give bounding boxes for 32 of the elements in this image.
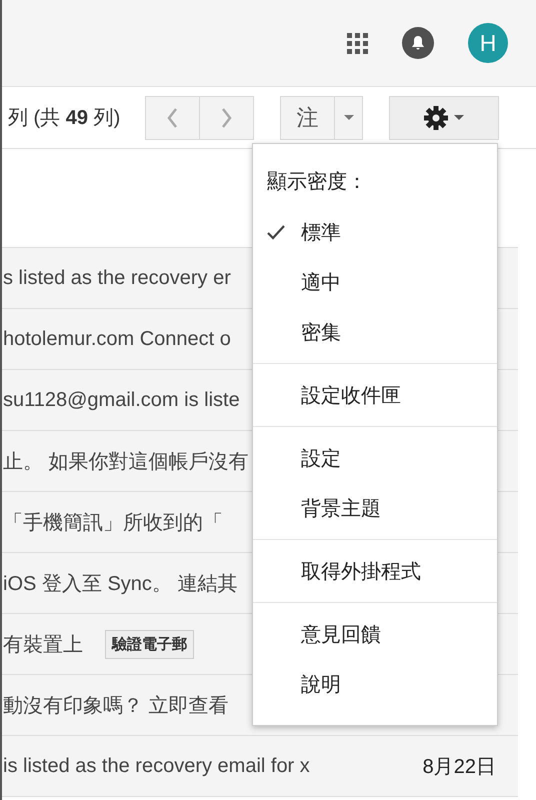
menu-item[interactable]: 設定 bbox=[301, 444, 341, 472]
apps-grid-icon[interactable] bbox=[347, 32, 368, 54]
email-snippet: is listed as the recovery email for x bbox=[3, 754, 310, 778]
caret-icon bbox=[454, 115, 464, 120]
email-snippet: 止。 如果你對這個帳戶沒有 bbox=[3, 450, 249, 474]
email-snippet: 「手機簡訊」所收到的「 bbox=[3, 510, 223, 536]
chevron-left-icon bbox=[166, 106, 179, 128]
menu-item[interactable]: 背景主題 bbox=[301, 494, 381, 522]
menu-item[interactable]: 說明 bbox=[301, 670, 341, 698]
notifications-bell-icon[interactable] bbox=[402, 27, 434, 59]
email-snippet: 動沒有印象嗎？ 立即查看 bbox=[3, 694, 229, 718]
menu-item[interactable]: 標準 bbox=[301, 218, 341, 246]
menu-item[interactable]: 意見回饋 bbox=[301, 620, 381, 648]
email-date: 8月22日 bbox=[422, 754, 496, 780]
menu-item[interactable]: 設定收件匣 bbox=[301, 382, 401, 408]
menu-item[interactable]: 適中 bbox=[301, 268, 341, 296]
page-range-text: 列 (共 49 列) bbox=[8, 106, 122, 131]
caret-icon bbox=[344, 115, 354, 120]
menu-item[interactable]: 取得外掛程式 bbox=[301, 558, 421, 584]
menu-item[interactable]: 密集 bbox=[301, 318, 341, 346]
input-tools-button[interactable]: 注 bbox=[280, 96, 335, 140]
email-snippet: hotolemur.com Connect o bbox=[3, 328, 231, 350]
settings-button[interactable] bbox=[389, 96, 499, 140]
email-snippet: su1128@gmail.com is liste bbox=[3, 388, 240, 412]
chevron-right-icon bbox=[220, 106, 233, 128]
email-snippet: iOS 登入至 Sync。 連結其 bbox=[3, 572, 238, 596]
menu-section-header: 顯示密度： bbox=[266, 170, 368, 195]
verify-email-button[interactable]: 驗證電子郵 bbox=[105, 630, 194, 658]
settings-icon bbox=[424, 106, 448, 130]
input-tools-dropdown[interactable] bbox=[335, 96, 363, 140]
email-snippet: s listed as the recovery er bbox=[3, 266, 231, 290]
email-snippet: 有裝置上 bbox=[3, 632, 83, 658]
